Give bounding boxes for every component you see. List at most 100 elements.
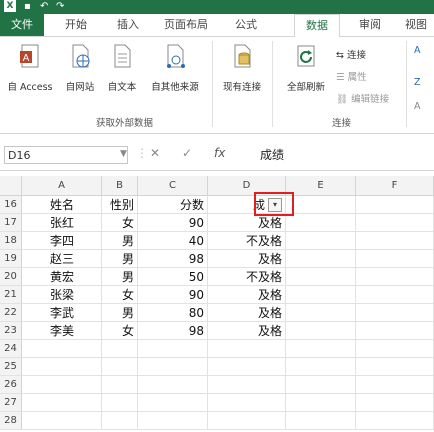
row-header[interactable]: 26	[0, 376, 22, 394]
column-header-a[interactable]: A	[22, 176, 102, 196]
cell-a[interactable]	[22, 412, 102, 430]
cell-f[interactable]	[356, 250, 434, 268]
cell-c[interactable]	[138, 358, 208, 376]
row-header[interactable]: 24	[0, 340, 22, 358]
cell-c[interactable]: 40	[138, 232, 208, 250]
name-box[interactable]: D16	[4, 146, 128, 164]
cell-e[interactable]	[286, 394, 356, 412]
cell-f[interactable]	[356, 340, 434, 358]
row-header[interactable]: 21	[0, 286, 22, 304]
cell-c[interactable]	[138, 394, 208, 412]
row-header[interactable]: 27	[0, 394, 22, 412]
cell-f[interactable]	[356, 232, 434, 250]
cell-e[interactable]	[286, 268, 356, 286]
cell-b[interactable]	[102, 394, 138, 412]
cell-e[interactable]	[286, 304, 356, 322]
cell-a[interactable]: 黄宏	[22, 268, 102, 286]
cell-d[interactable]: 及格	[208, 322, 286, 340]
cell-d[interactable]	[208, 340, 286, 358]
tab-view[interactable]: 视图	[398, 14, 434, 36]
tab-insert[interactable]: 插入	[110, 14, 146, 36]
cell-a[interactable]: 姓名	[22, 196, 102, 214]
insert-function-icon[interactable]: fx	[214, 146, 225, 160]
from-text-button[interactable]: 自文本	[102, 43, 142, 93]
row-header[interactable]: 28	[0, 412, 22, 430]
column-header-c[interactable]: C	[138, 176, 208, 196]
cell-c[interactable]: 90	[138, 214, 208, 232]
cell-c[interactable]: 80	[138, 304, 208, 322]
cell-a[interactable]	[22, 358, 102, 376]
cell-a[interactable]: 张红	[22, 214, 102, 232]
cell-b[interactable]: 女	[102, 214, 138, 232]
cell-a[interactable]: 李四	[22, 232, 102, 250]
row-header[interactable]: 16	[0, 196, 22, 214]
cell-c[interactable]: 98	[138, 322, 208, 340]
row-header[interactable]: 22	[0, 304, 22, 322]
cell-c[interactable]: 90	[138, 286, 208, 304]
from-web-button[interactable]: 自网站	[60, 43, 100, 93]
cell-d[interactable]	[208, 394, 286, 412]
cell-d[interactable]: 不及格	[208, 232, 286, 250]
cell-f[interactable]	[356, 376, 434, 394]
edit-links-button[interactable]: ⛓ 编辑链接	[336, 91, 389, 105]
cell-b[interactable]	[102, 412, 138, 430]
cell-c[interactable]	[138, 340, 208, 358]
cell-c[interactable]: 50	[138, 268, 208, 286]
cell-d[interactable]: 及格	[208, 304, 286, 322]
cell-e[interactable]	[286, 196, 356, 214]
cell-e[interactable]	[286, 412, 356, 430]
cell-c[interactable]: 分数	[138, 196, 208, 214]
cell-f[interactable]	[356, 394, 434, 412]
tab-formulas[interactable]: 公式	[226, 14, 266, 36]
tab-file[interactable]: 文件	[0, 14, 44, 36]
refresh-all-button[interactable]: 全部刷新	[278, 43, 334, 93]
tab-home[interactable]: 开始	[58, 14, 94, 36]
cell-e[interactable]	[286, 232, 356, 250]
cell-b[interactable]: 女	[102, 322, 138, 340]
cell-a[interactable]	[22, 376, 102, 394]
existing-connections-button[interactable]: 现有连接	[216, 43, 268, 93]
cell-d[interactable]: 及格	[208, 214, 286, 232]
cell-e[interactable]	[286, 376, 356, 394]
column-header-b[interactable]: B	[102, 176, 138, 196]
cell-e[interactable]	[286, 322, 356, 340]
tab-data[interactable]: 数据	[294, 14, 340, 38]
properties-button[interactable]: ☰ 属性	[336, 69, 367, 83]
from-access-button[interactable]: A 自 Access	[2, 43, 58, 93]
cell-f[interactable]	[356, 286, 434, 304]
cell-b[interactable]: 男	[102, 268, 138, 286]
cell-e[interactable]	[286, 340, 356, 358]
redo-icon[interactable]: ↷	[56, 1, 64, 13]
cell-e[interactable]	[286, 214, 356, 232]
undo-icon[interactable]: ↶	[40, 1, 48, 13]
tab-page-layout[interactable]: 页面布局	[158, 14, 214, 36]
from-other-sources-button[interactable]: 自其他来源	[144, 43, 206, 93]
cell-e[interactable]	[286, 286, 356, 304]
cell-a[interactable]: 李美	[22, 322, 102, 340]
tab-review[interactable]: 审阅	[352, 14, 388, 36]
cell-b[interactable]: 男	[102, 232, 138, 250]
cell-a[interactable]: 李武	[22, 304, 102, 322]
cell-f[interactable]	[356, 358, 434, 376]
cancel-icon[interactable]: ✕	[150, 146, 160, 160]
row-header[interactable]: 25	[0, 358, 22, 376]
cell-f[interactable]	[356, 268, 434, 286]
cell-c[interactable]	[138, 376, 208, 394]
select-all-corner[interactable]	[0, 176, 22, 196]
cell-f[interactable]	[356, 322, 434, 340]
cell-a[interactable]	[22, 394, 102, 412]
cell-b[interactable]: 性别	[102, 196, 138, 214]
formula-bar-value[interactable]: 成绩	[260, 146, 284, 163]
cell-d[interactable]: 及格	[208, 286, 286, 304]
cell-d[interactable]: 不及格	[208, 268, 286, 286]
cell-c[interactable]: 98	[138, 250, 208, 268]
cell-f[interactable]	[356, 196, 434, 214]
connections-button[interactable]: ⇆ 连接	[336, 47, 366, 61]
cell-f[interactable]	[356, 304, 434, 322]
column-header-f[interactable]: F	[356, 176, 434, 196]
cell-a[interactable]	[22, 340, 102, 358]
cell-b[interactable]	[102, 376, 138, 394]
cell-b[interactable]	[102, 340, 138, 358]
cell-b[interactable]: 女	[102, 286, 138, 304]
name-box-dropdown-icon[interactable]: ▼	[120, 149, 127, 159]
